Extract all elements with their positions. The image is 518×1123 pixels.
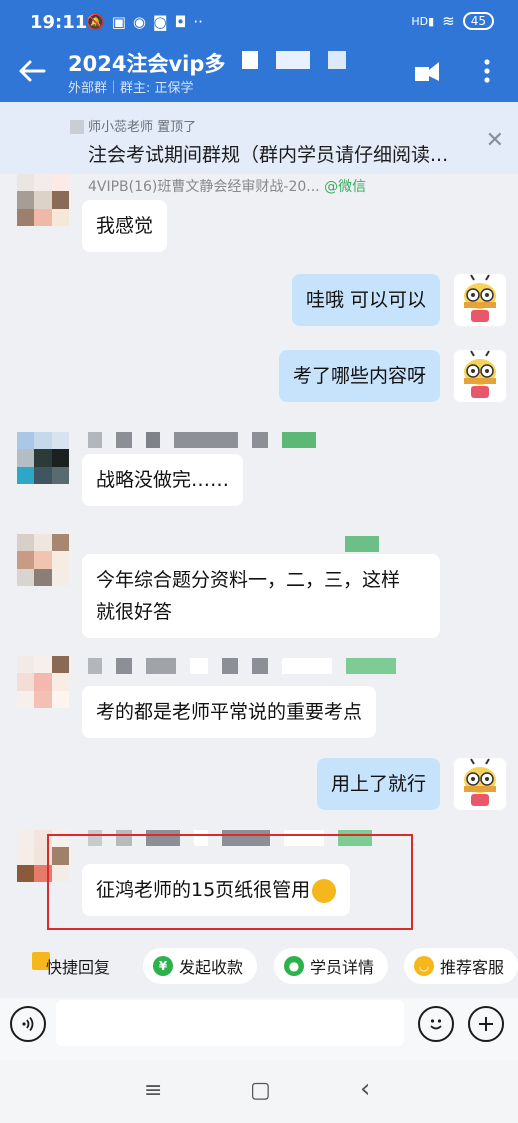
message-bubble[interactable]: 战略没做完…… [82,454,244,506]
pinned-notice[interactable]: 师小蕊老师 置顶了 注会考试期间群规（群内学员请仔细阅读... ✕ [0,102,518,174]
pinned-text[interactable]: 注会考试期间群规（群内学员请仔细阅读... [88,140,448,167]
sender-label: 4VIPB(16)班曹文静会经审财战-20... [88,179,320,195]
avatar[interactable] [454,274,506,326]
smile-icon: ◡ [414,956,434,976]
sender-name-redacted [88,432,316,448]
message-bubble[interactable]: 今年综合题分资料一，二，三，这样 就很好答 [82,554,440,638]
bee-avatar-icon [464,758,496,806]
signal-label: HD [411,14,429,28]
bee-avatar-icon [464,274,496,322]
avatar[interactable] [17,432,69,484]
status-bar: 19:11 🔕 ▣ ◉ ◙ ◘ ·· HD▮ ≋ 45 [0,0,518,44]
plus-icon[interactable] [468,1006,504,1042]
avatar[interactable] [454,758,506,810]
wifi-icon: ≋ [442,12,455,30]
message-icon: ▣ [111,13,126,31]
menu-icon[interactable]: ≡ [144,1078,162,1103]
chip-label: 推荐客服 [440,958,505,977]
mute-icon: 🔕 [86,13,105,31]
chip-label: 发起收款 [179,958,244,977]
sender-name-redacted [88,658,396,674]
wechat-icon: ◉ [132,13,146,31]
collect-payment-chip[interactable]: ¥ 发起收款 [143,948,258,984]
quick-reply-bar: 快捷回复 ¥ 发起收款 ● 学员详情 ◡ 推荐客服 [0,934,518,998]
status-time: 19:11 [30,12,88,33]
bee-avatar-icon [464,350,496,398]
message-bubble[interactable]: 考的都是老师平常说的重要考点 [82,686,377,738]
back-icon[interactable]: ‹ [360,1074,370,1104]
yuan-icon: ¥ [153,956,173,976]
input-bar [0,998,518,1060]
chat-header: 19:11 🔕 ▣ ◉ ◙ ◘ ·· HD▮ ≋ 45 2024注会vip多 外… [0,0,518,102]
recommend-support-chip[interactable]: ◡ 推荐客服 [404,948,518,984]
chip-label: 快捷回复 [46,958,111,977]
signal-icon: HD▮ [411,14,435,28]
message-bubble[interactable]: 哇哦 可以可以 [291,274,440,326]
qq-icon: ◙ [152,13,168,31]
battery-icon: 45 [462,12,494,30]
message-bubble[interactable]: 用上了就行 [316,758,440,810]
student-details-chip[interactable]: ● 学员详情 [274,948,389,984]
system-nav-bar: ≡ ▢ ‹ [0,1060,518,1123]
user-icon: ● [284,956,304,976]
group-subtitle: 外部群｜群主: 正保学 [68,81,194,96]
message-bubble[interactable]: 我感觉 [82,200,168,252]
avatar[interactable] [17,534,69,586]
avatar[interactable] [17,656,69,708]
pinned-avatar [70,120,84,134]
message-input[interactable] [56,1000,404,1046]
emoji-icon[interactable] [418,1006,454,1042]
sender-name: 4VIPB(16)班曹文静会经审财战-20... @微信 [88,176,366,196]
app-icon: ◘ [174,13,187,31]
pinned-by: 师小蕊老师 置顶了 [88,120,197,135]
highlight-box [47,834,413,930]
message-bubble[interactable]: 考了哪些内容呀 [278,350,440,402]
redacted-block [328,51,346,69]
redacted-block [242,51,258,69]
home-icon[interactable]: ▢ [250,1078,271,1103]
chat-area: 4VIPB(16)班曹文静会经审财战-20... @微信 我感觉 哇哦 可以可以… [0,174,518,934]
avatar[interactable] [17,174,69,226]
arrow-left-icon[interactable] [16,55,48,87]
sender-tag: @微信 [324,179,367,195]
video-call-icon[interactable] [412,56,442,86]
voice-icon[interactable] [10,1006,46,1042]
quick-reply-chip[interactable]: 快捷回复 [18,948,124,984]
avatar[interactable] [454,350,506,402]
redacted-block [276,51,310,69]
close-icon[interactable]: ✕ [486,128,504,153]
sender-tag-redacted [345,536,379,552]
group-title[interactable]: 2024注会vip多 [68,48,225,78]
more-vertical-icon[interactable] [472,56,502,86]
more-dots-icon: ·· [193,13,203,31]
chip-label: 学员详情 [310,958,375,977]
